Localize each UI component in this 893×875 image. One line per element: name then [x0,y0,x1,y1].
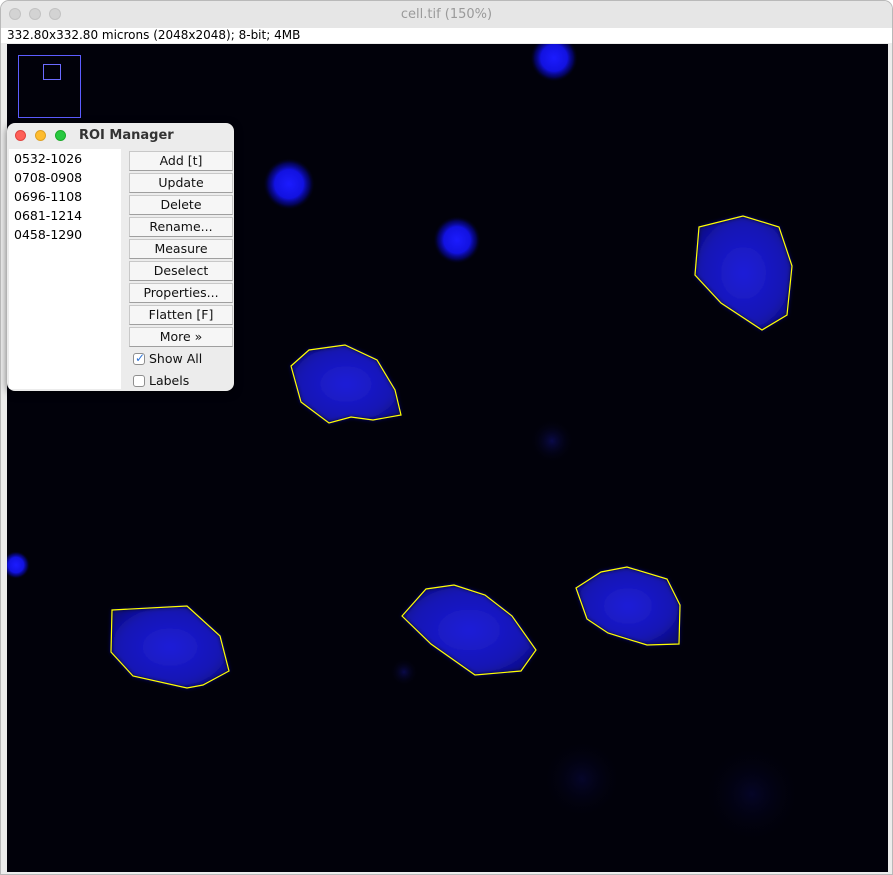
list-item[interactable]: 0532-1026 [9,149,121,168]
nucleus [695,216,792,330]
nucleus [111,606,229,688]
list-item[interactable]: 0458-1290 [9,225,121,244]
update-button[interactable]: Update [129,173,233,193]
roi-manager-window: ROI Manager 0532-1026 0708-0908 0696-110… [7,123,234,391]
checkbox-unchecked-icon[interactable] [133,375,145,387]
bright-spot [433,216,481,264]
labels-checkbox[interactable]: Labels [133,372,189,390]
faint-cell [702,744,802,844]
list-item[interactable]: 0696-1108 [9,187,121,206]
navigation-overview[interactable] [18,55,81,118]
list-item[interactable]: 0708-0908 [9,168,121,187]
checkbox-checked-icon[interactable]: ✓ [133,351,145,365]
roi-close-button[interactable] [15,130,26,141]
more-button[interactable]: More » [129,327,233,347]
bright-spot [263,158,315,210]
image-info: 332.80x332.80 microns (2048x2048); 8-bit… [1,28,892,43]
overview-viewport-rect[interactable] [43,64,61,80]
faint-cell [542,739,622,819]
properties-button[interactable]: Properties... [129,283,233,303]
title-bar[interactable]: cell.tif (150%) [1,1,892,29]
add-button[interactable]: Add [t] [129,151,233,171]
deselect-button[interactable]: Deselect [129,261,233,281]
roi-manager-title-bar[interactable]: ROI Manager [7,123,234,147]
image-window: cell.tif (150%) 332.80x332.80 microns (2… [0,0,893,875]
show-all-label: Show All [149,351,203,366]
roi-manager-title: ROI Manager [79,128,174,143]
bright-spot [7,551,30,579]
roi-list[interactable]: 0532-1026 0708-0908 0696-1108 0681-1214 … [9,149,121,389]
faint-cell [530,419,574,463]
list-item[interactable]: 0681-1214 [9,206,121,225]
measure-button[interactable]: Measure [129,239,233,259]
bright-spot [530,44,578,82]
roi-minimize-button[interactable] [35,130,46,141]
delete-button[interactable]: Delete [129,195,233,215]
faint-cell [390,658,418,686]
nucleus [402,585,536,675]
roi-zoom-button[interactable] [55,130,66,141]
rename-button[interactable]: Rename... [129,217,233,237]
show-all-checkbox[interactable]: ✓ Show All [133,350,202,368]
flatten-button[interactable]: Flatten [F] [129,305,233,325]
window-title: cell.tif (150%) [400,7,493,22]
nucleus [291,345,401,423]
labels-label: Labels [149,373,190,388]
